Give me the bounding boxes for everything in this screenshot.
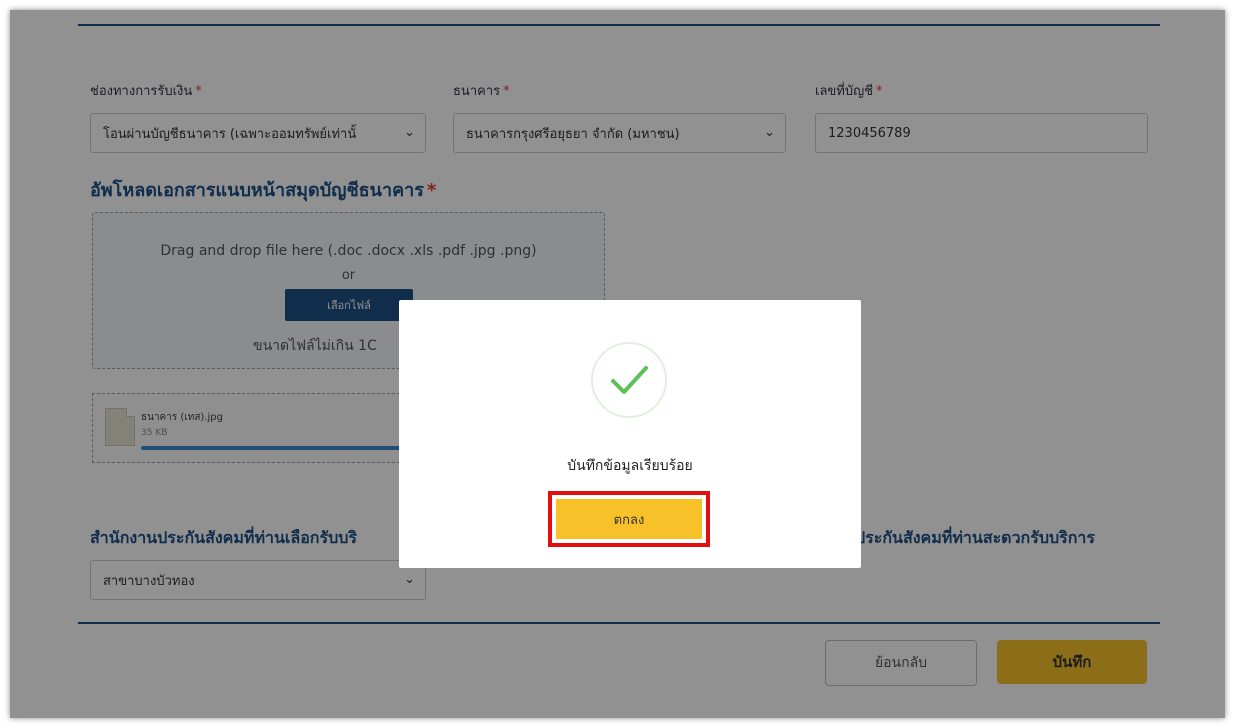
ok-button-highlight: ตกลง xyxy=(548,491,710,547)
check-icon xyxy=(591,342,667,418)
ok-button[interactable]: ตกลง xyxy=(556,499,702,539)
screenshot-frame: ช่องทางการรับเงิน * ธนาคาร * เลขที่บัญชี * … xyxy=(10,10,1225,718)
success-message: บันทึกข้อมูลเรียบร้อย xyxy=(567,458,693,474)
success-dialog: บันทึกข้อมูลเรียบร้อย ตกลง xyxy=(399,300,861,568)
